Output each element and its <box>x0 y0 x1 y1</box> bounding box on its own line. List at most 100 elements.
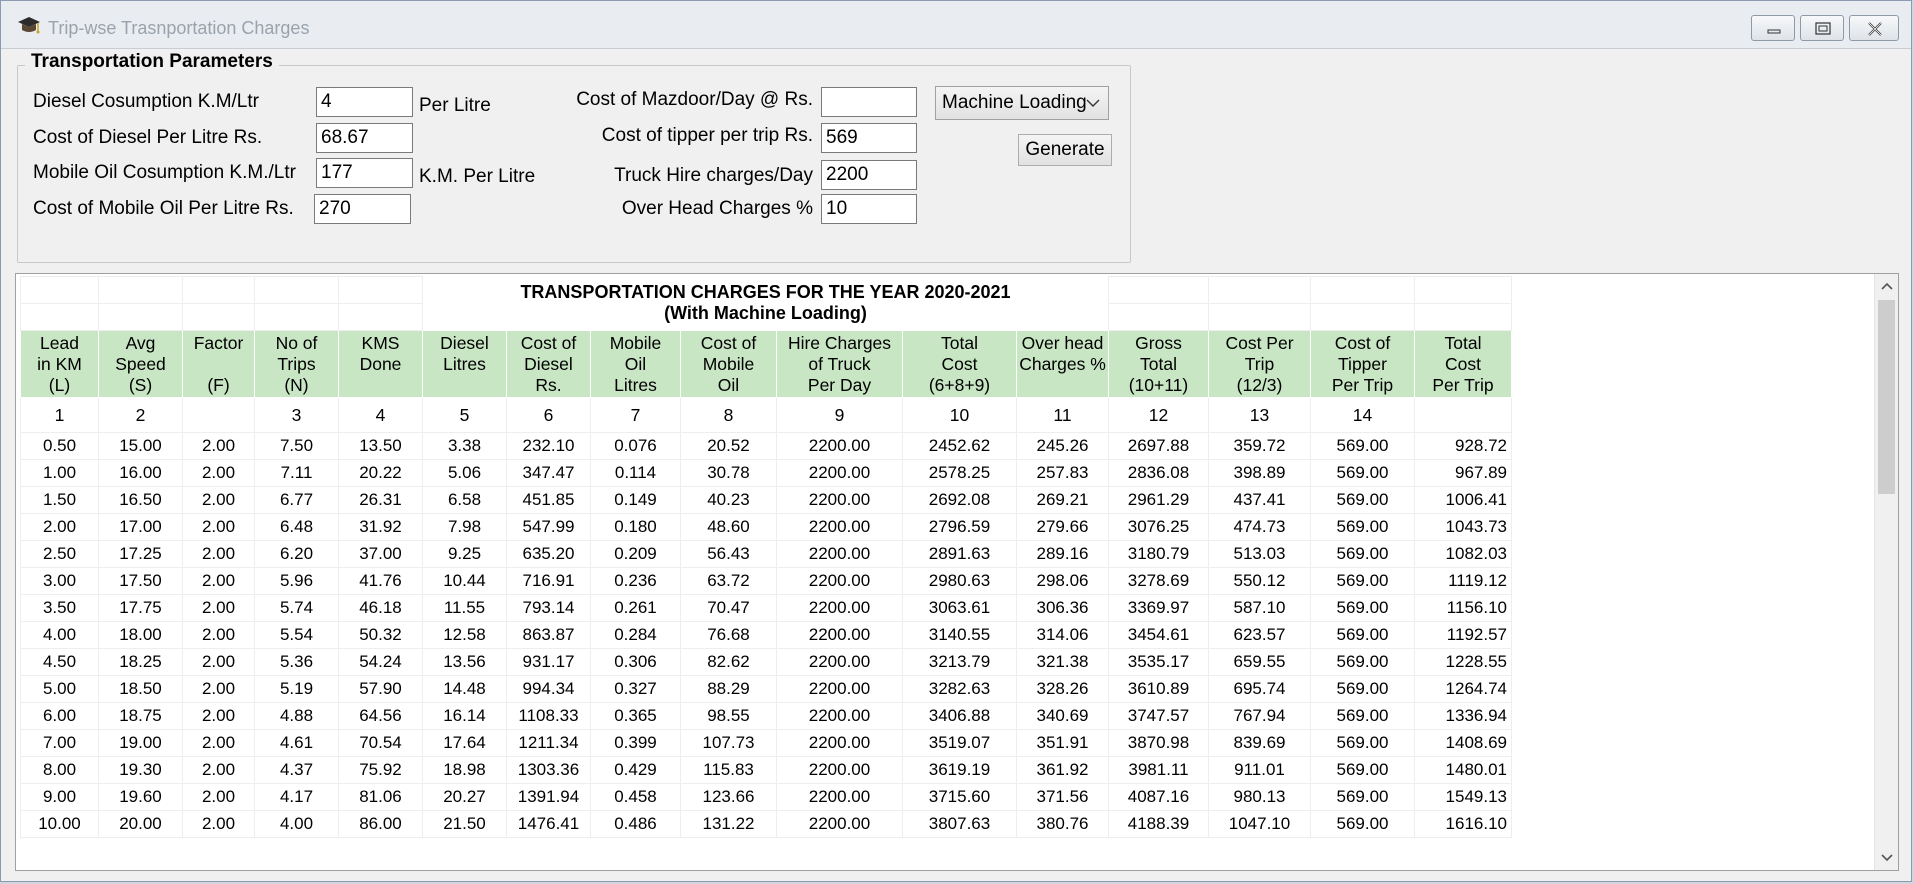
column-header-line <box>1017 375 1108 396</box>
table-cell: 57.90 <box>338 675 423 703</box>
table-cell: 716.91 <box>506 567 591 595</box>
table-cell: 46.18 <box>338 594 423 622</box>
table-cell: 2200.00 <box>776 540 903 568</box>
table-cell: 1192.57 <box>1414 621 1512 649</box>
column-number: 8 <box>680 397 777 433</box>
table-cell: 1006.41 <box>1414 486 1512 514</box>
table-cell: 3369.97 <box>1108 594 1209 622</box>
column-header-line: KMS <box>361 332 400 353</box>
table-cell: 21.50 <box>422 810 507 838</box>
loading-type-select[interactable]: Machine Loading <box>935 86 1109 120</box>
column-header: Cost of Tipper Per Trip <box>1310 330 1415 398</box>
column-number: 5 <box>422 397 507 433</box>
column-header-line: in KM <box>37 353 82 374</box>
scroll-down-icon[interactable] <box>1875 846 1899 868</box>
table-cell: 767.94 <box>1208 702 1311 730</box>
diesel-cost-input[interactable] <box>316 123 413 153</box>
table-cell: 17.50 <box>98 567 183 595</box>
table-cell: 3747.57 <box>1108 702 1209 730</box>
table-cell: 4.37 <box>254 756 339 784</box>
truck-hire-input[interactable] <box>821 160 917 190</box>
table-cell: 0.50 <box>20 432 99 460</box>
table-cell: 50.32 <box>338 621 423 649</box>
column-header: Over head Charges % <box>1016 330 1109 398</box>
table-cell: 6.20 <box>254 540 339 568</box>
table-cell: 994.34 <box>506 675 591 703</box>
column-header: Cost of Diesel Rs. <box>506 330 591 398</box>
mobile-oil-consumption-input[interactable] <box>316 158 413 188</box>
report-panel[interactable]: TRANSPORTATION CHARGES FOR THE YEAR 2020… <box>15 273 1899 871</box>
mobile-oil-consumption-unit: K.M. Per Litre <box>419 166 536 187</box>
maximize-button[interactable] <box>1800 15 1844 41</box>
table-cell: 321.38 <box>1016 648 1109 676</box>
column-header-line: Cost of <box>1334 332 1391 353</box>
table-cell: 19.60 <box>98 783 183 811</box>
table-cell: 2980.63 <box>902 567 1017 595</box>
diesel-consumption-input[interactable] <box>316 87 413 117</box>
table-cell: 81.06 <box>338 783 423 811</box>
generate-button[interactable]: Generate <box>1018 134 1112 166</box>
column-header-line: No of <box>275 332 318 353</box>
column-header: Total Cost Per Trip <box>1414 330 1512 398</box>
column-header: Mobile Oil Litres <box>590 330 681 398</box>
column-number: 2 <box>98 397 183 433</box>
table-cell: 306.36 <box>1016 594 1109 622</box>
overhead-input[interactable] <box>821 194 917 224</box>
table-cell: 9.00 <box>20 783 99 811</box>
table-cell: 2.00 <box>182 702 255 730</box>
table-row: 3.00 17.50 2.00 5.96 41.76 10.44 716.91 0.236 63… <box>20 567 1512 595</box>
table-cell: 17.64 <box>422 729 507 757</box>
column-header-line: Speed <box>115 353 166 374</box>
column-number: 13 <box>1208 397 1311 433</box>
column-header-line: (N) <box>284 374 309 395</box>
table-cell: 289.16 <box>1016 540 1109 568</box>
table-cell: 2200.00 <box>776 486 903 514</box>
table-row: 7.00 19.00 2.00 4.61 70.54 17.64 1211.34 0.399 1… <box>20 729 1512 757</box>
mobile-oil-consumption-label: Mobile Oil Cosumption K.M./Ltr <box>33 162 296 183</box>
table-cell: 3076.25 <box>1108 513 1209 541</box>
table-cell: 793.14 <box>506 594 591 622</box>
mobile-oil-cost-input[interactable] <box>314 194 411 224</box>
table-cell: 2200.00 <box>776 783 903 811</box>
column-number <box>182 397 255 433</box>
mazdoor-cost-input[interactable] <box>821 87 917 117</box>
column-header-line: Cost <box>1445 353 1481 374</box>
column-header-line: Cost of <box>700 332 757 353</box>
table-row: 6.00 18.75 2.00 4.88 64.56 16.14 1108.33 0.365 9… <box>20 702 1512 730</box>
table-cell: 5.74 <box>254 594 339 622</box>
table-cell: 569.00 <box>1310 513 1415 541</box>
table-cell: 4.61 <box>254 729 339 757</box>
diesel-cost-label: Cost of Diesel Per Litre Rs. <box>33 127 263 148</box>
table-cell: 115.83 <box>680 756 777 784</box>
column-header-line: Over head <box>1021 332 1104 353</box>
scroll-up-icon[interactable] <box>1875 276 1899 298</box>
table-cell: 13.56 <box>422 648 507 676</box>
title-bar[interactable]: Trip-wse Trasnportation Charges <box>1 1 1911 49</box>
close-button[interactable] <box>1849 15 1899 41</box>
table-cell: 20.52 <box>680 432 777 460</box>
minimize-button[interactable] <box>1751 15 1795 41</box>
vertical-scrollbar[interactable] <box>1874 274 1898 870</box>
scrollbar-thumb[interactable] <box>1878 300 1895 494</box>
table-cell: 2.00 <box>182 432 255 460</box>
table-cell: 1264.74 <box>1414 675 1512 703</box>
column-header-line: (6+8+9) <box>928 374 991 395</box>
table-cell: 1408.69 <box>1414 729 1512 757</box>
table-cell: 4.50 <box>20 648 99 676</box>
tipper-cost-input[interactable] <box>821 123 917 153</box>
table-cell: 1.00 <box>20 459 99 487</box>
table-cell: 7.98 <box>422 513 507 541</box>
table-cell: 569.00 <box>1310 702 1415 730</box>
table-cell: 347.47 <box>506 459 591 487</box>
report-title: TRANSPORTATION CHARGES FOR THE YEAR 2020… <box>423 277 1109 331</box>
table-cell: 107.73 <box>680 729 777 757</box>
table-cell: 569.00 <box>1310 675 1415 703</box>
table-cell: 3619.19 <box>902 756 1017 784</box>
column-number <box>1414 397 1512 433</box>
table-cell: 2.00 <box>182 621 255 649</box>
column-header-line: Avg <box>125 332 156 353</box>
tipper-cost-label: Cost of tipper per trip Rs. <box>601 125 813 146</box>
table-cell: 3278.69 <box>1108 567 1209 595</box>
table-cell: 13.50 <box>338 432 423 460</box>
table-cell: 0.429 <box>590 756 681 784</box>
